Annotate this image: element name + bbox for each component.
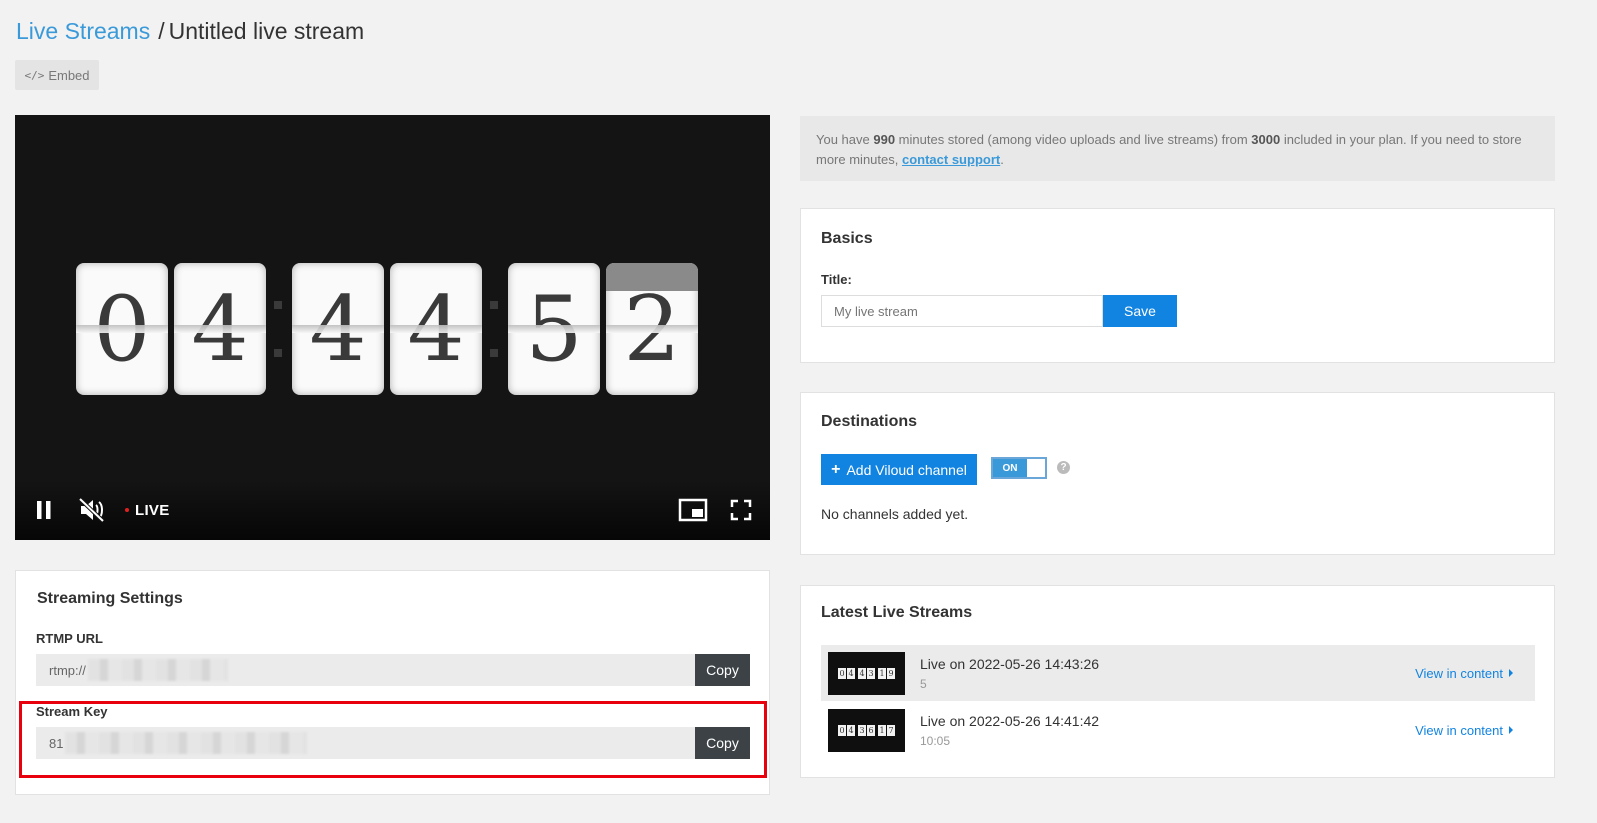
rtmp-url-value: rtmp:// bbox=[49, 662, 86, 678]
stored-minutes: 990 bbox=[873, 132, 896, 147]
clock-digit: 4 bbox=[390, 263, 482, 395]
clock-digit: 4 bbox=[292, 263, 384, 395]
embed-button-label: Embed bbox=[48, 67, 90, 83]
breadcrumb: Live Streams / Untitled live stream bbox=[16, 18, 364, 45]
list-item[interactable]: 044319 Live on 2022-05-26 14:43:26 5 Vie… bbox=[821, 645, 1535, 701]
stream-thumbnail: 044319 bbox=[828, 651, 905, 695]
pause-icon[interactable] bbox=[29, 495, 59, 525]
clock-colon bbox=[486, 263, 502, 395]
toggle-knob bbox=[1027, 459, 1045, 477]
stream-key-label: Stream Key bbox=[36, 704, 108, 719]
code-icon: </> bbox=[24, 68, 45, 82]
stream-key-value: 81 bbox=[49, 735, 64, 751]
clock-digit: 5 bbox=[508, 263, 600, 395]
fullscreen-icon[interactable] bbox=[726, 495, 756, 525]
title-input[interactable] bbox=[821, 295, 1103, 327]
latest-live-streams-card: Latest Live Streams 044319 Live on 2022-… bbox=[800, 585, 1555, 778]
stream-key-field[interactable]: 81 bbox=[36, 727, 695, 759]
list-item[interactable]: 043617 Live on 2022-05-26 14:41:42 10:05… bbox=[821, 702, 1535, 758]
streaming-settings-title: Streaming Settings bbox=[37, 590, 183, 607]
rtmp-url-label: RTMP URL bbox=[36, 631, 103, 646]
breadcrumb-live-streams-link[interactable]: Live Streams bbox=[16, 18, 150, 44]
redacted-mask bbox=[65, 732, 308, 754]
view-in-content-link[interactable]: View in content bbox=[1415, 666, 1513, 681]
save-button[interactable]: Save bbox=[1103, 295, 1177, 327]
info-text: . bbox=[1000, 152, 1004, 167]
info-text: minutes stored (among video uploads and … bbox=[895, 132, 1252, 147]
redacted-mask bbox=[87, 659, 228, 681]
view-in-content-link[interactable]: View in content bbox=[1415, 723, 1513, 738]
info-text: You have bbox=[816, 132, 874, 147]
streaming-settings-panel: Streaming Settings RTMP URL rtmp:// Copy… bbox=[15, 570, 770, 795]
copy-stream-key-button[interactable]: Copy bbox=[695, 727, 750, 759]
view-in-content-label: View in content bbox=[1415, 665, 1503, 681]
clock-digit: 4 bbox=[174, 263, 266, 395]
live-indicator: LIVE bbox=[125, 502, 170, 519]
player-controls: LIVE bbox=[15, 480, 770, 540]
stream-key-row: 81 Copy bbox=[36, 727, 750, 759]
add-viloud-channel-button[interactable]: + Add Viloud channel bbox=[821, 454, 977, 485]
rtmp-url-row: rtmp:// Copy bbox=[36, 654, 750, 686]
copy-rtmp-url-button[interactable]: Copy bbox=[695, 654, 750, 686]
live-label: LIVE bbox=[135, 501, 170, 519]
caret-right-icon bbox=[1509, 669, 1513, 677]
rtmp-url-field[interactable]: rtmp:// bbox=[36, 654, 695, 686]
stream-duration: 10:05 bbox=[920, 733, 951, 748]
contact-support-link[interactable]: contact support bbox=[902, 152, 1000, 167]
basics-title: Basics bbox=[821, 230, 873, 247]
stream-thumbnail: 043617 bbox=[828, 708, 905, 752]
embed-button[interactable]: </> Embed bbox=[15, 60, 99, 90]
picture-in-picture-icon[interactable] bbox=[678, 495, 708, 525]
destinations-card: Destinations + Add Viloud channel ON ? N… bbox=[800, 392, 1555, 555]
mute-icon[interactable] bbox=[77, 495, 107, 525]
breadcrumb-separator: / bbox=[158, 18, 165, 44]
page-title: Untitled live stream bbox=[168, 18, 365, 44]
toggle-on-label: ON bbox=[993, 459, 1027, 477]
clock-digit: 2 bbox=[606, 263, 698, 395]
destinations-toggle[interactable]: ON bbox=[991, 457, 1047, 479]
stream-title: Live on 2022-05-26 14:41:42 bbox=[920, 712, 1100, 729]
caret-right-icon bbox=[1509, 726, 1513, 734]
countdown-clock: 0 4 4 4 5 2 bbox=[76, 263, 704, 395]
basics-card: Basics Title: Save bbox=[800, 208, 1555, 363]
add-channel-label: Add Viloud channel bbox=[846, 461, 967, 478]
included-minutes: 3000 bbox=[1251, 132, 1281, 147]
no-channels-text: No channels added yet. bbox=[821, 506, 969, 522]
latest-live-streams-title: Latest Live Streams bbox=[821, 604, 973, 621]
stream-title: Live on 2022-05-26 14:43:26 bbox=[920, 655, 1100, 672]
stream-duration: 5 bbox=[920, 676, 927, 691]
help-icon[interactable]: ? bbox=[1057, 461, 1070, 474]
destinations-title: Destinations bbox=[821, 413, 918, 430]
view-in-content-label: View in content bbox=[1415, 722, 1503, 738]
video-player[interactable]: 0 4 4 4 5 2 LIVE bbox=[15, 115, 770, 540]
clock-colon bbox=[270, 263, 286, 395]
live-dot-icon bbox=[125, 508, 129, 512]
title-field-label: Title: bbox=[821, 272, 852, 287]
clock-digit: 0 bbox=[76, 263, 168, 395]
plus-icon: + bbox=[831, 460, 841, 478]
storage-info-banner: You have 990 minutes stored (among video… bbox=[800, 116, 1555, 181]
